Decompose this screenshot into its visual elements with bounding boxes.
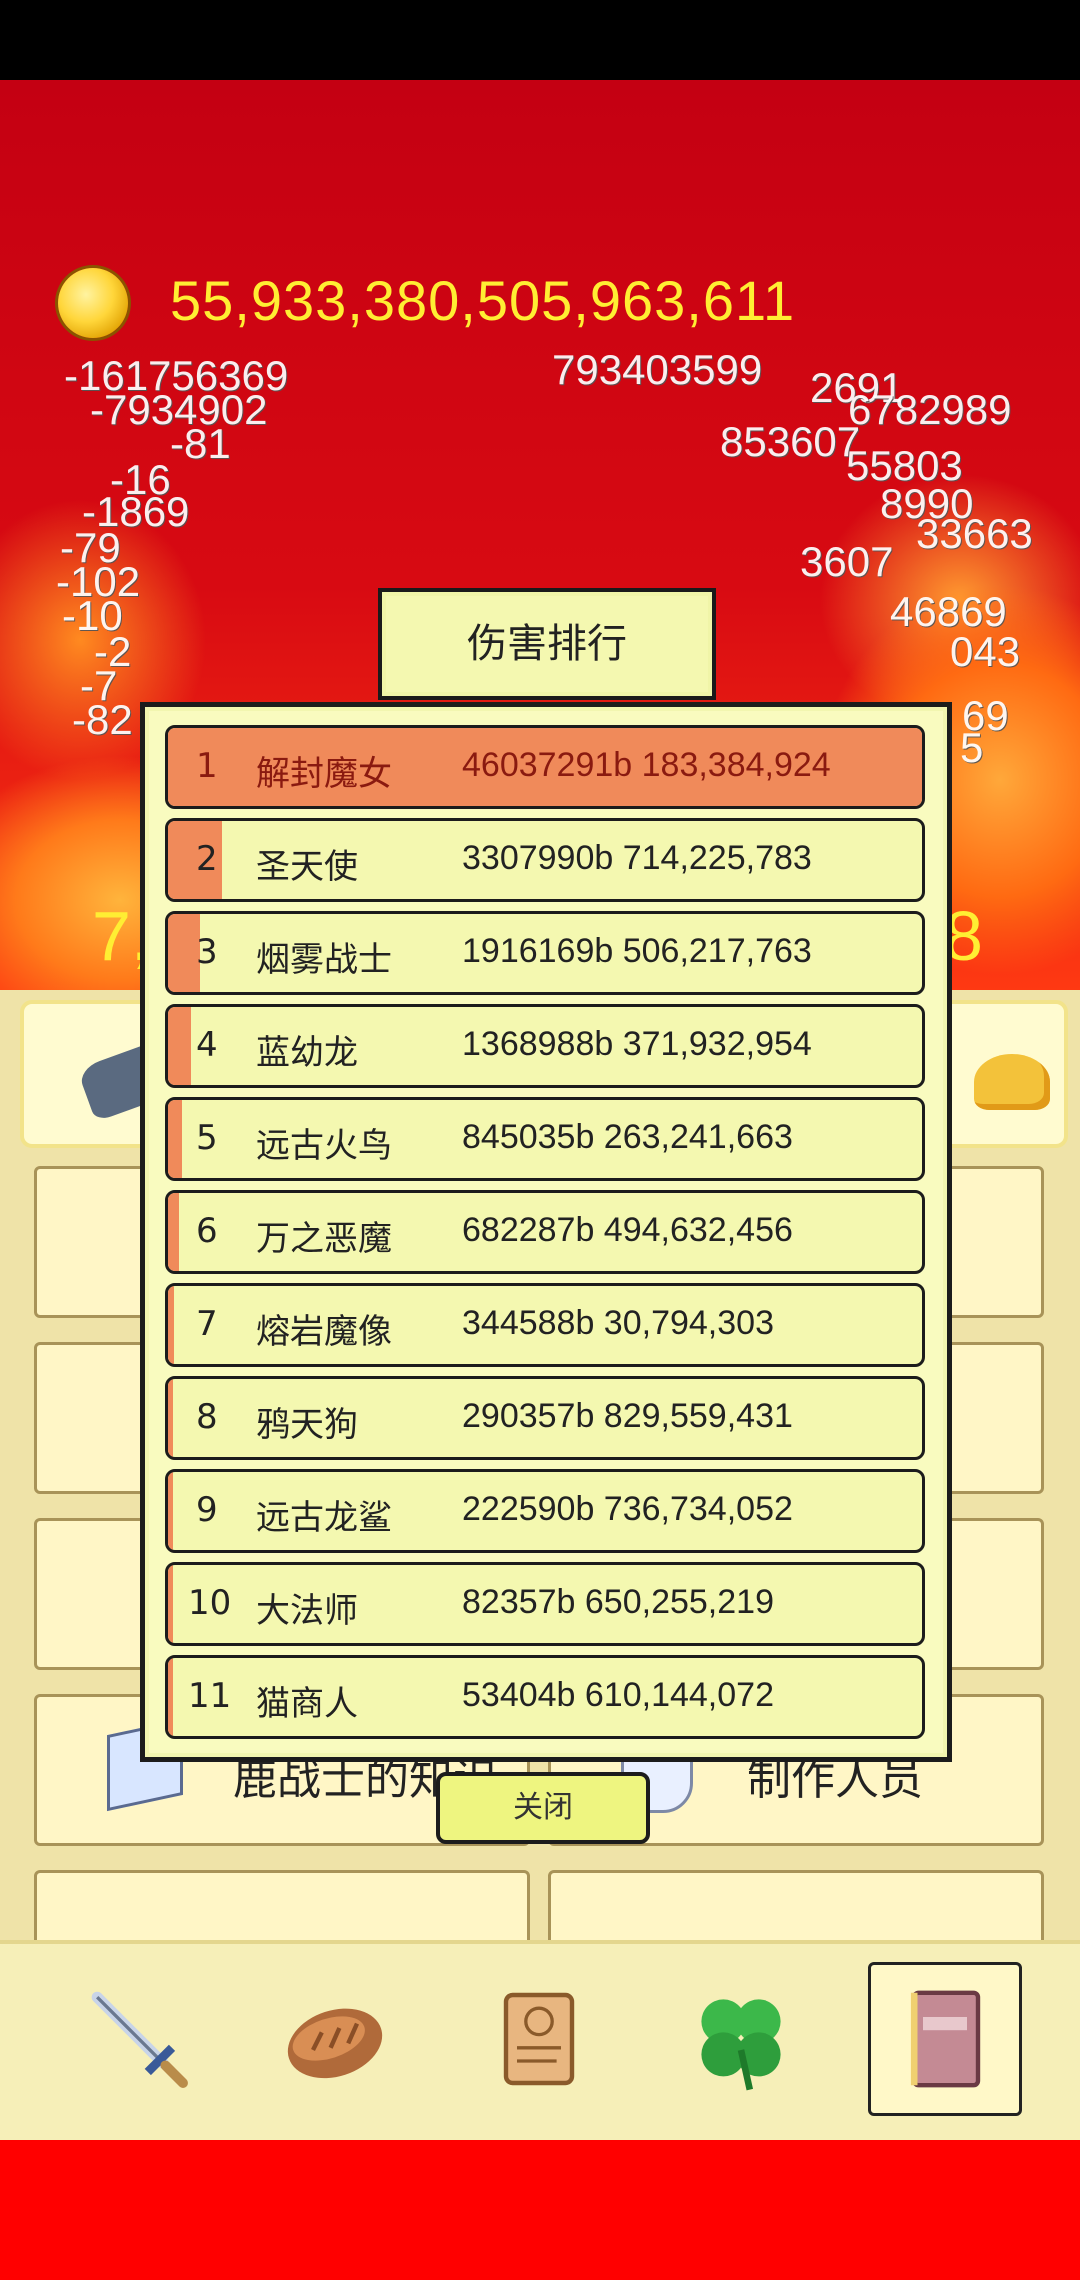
gold-coin-icon [58, 268, 128, 338]
rank-number: 11 [188, 1676, 232, 1716]
hero-name: 烟雾战士 [256, 940, 392, 980]
damage-value: 53404b 610,144,072 [462, 1676, 774, 1714]
rank-number: 6 [196, 1211, 218, 1251]
hero-name: 熔岩魔像 [256, 1312, 392, 1352]
hero-name: 远古火鸟 [256, 1126, 392, 1166]
navigation-bar-area [0, 2140, 1080, 2280]
damage-number: 33663 [916, 510, 1033, 557]
modal-title: 伤害排行 [378, 588, 716, 700]
damage-number: 5 [960, 724, 984, 771]
book-icon [910, 1990, 981, 2088]
clover-icon [701, 1999, 781, 2091]
book-tab[interactable] [868, 1962, 1022, 2116]
damage-number: 043 [950, 628, 1021, 675]
damage-number: 793403599 [552, 346, 763, 393]
rank-number: 10 [188, 1583, 232, 1623]
damage-share-bar [168, 1007, 191, 1085]
damage-share-bar [168, 1100, 182, 1178]
ranking-row: 3 烟雾战士 1916169b 506,217,763 [165, 911, 925, 995]
hero-name: 猫商人 [256, 1684, 358, 1724]
rank-number: 1 [196, 746, 218, 786]
damage-value: 845035b 263,241,663 [462, 1118, 793, 1156]
damage-value: 82357b 650,255,219 [462, 1583, 774, 1621]
hero-name: 圣天使 [256, 847, 358, 887]
damage-share-bar [168, 1472, 173, 1550]
gold-amount: 55,933,380,505,963,611 [170, 269, 796, 332]
damage-ranking-dialog: 1 解封魔女 46037291b 183,384,924 2 圣天使 33079… [140, 702, 952, 1762]
damage-value: 1916169b 506,217,763 [462, 932, 812, 970]
rank-number: 7 [196, 1304, 218, 1344]
damage-value: 3307990b 714,225,783 [462, 839, 812, 877]
damage-value: 290357b 829,559,431 [462, 1397, 793, 1435]
sword-icon [91, 1991, 188, 2088]
damage-number: -81 [170, 420, 231, 467]
ranking-row: 11 猫商人 53404b 610,144,072 [165, 1655, 925, 1739]
close-button[interactable]: 关闭 [436, 1772, 650, 1844]
ranking-row: 10 大法师 82357b 650,255,219 [165, 1562, 925, 1646]
rank-number: 8 [196, 1397, 218, 1437]
rank-number: 4 [196, 1025, 218, 1065]
rank-number: 2 [196, 839, 218, 879]
damage-number: 6782989 [848, 386, 1012, 433]
ranking-row: 4 蓝幼龙 1368988b 371,932,954 [165, 1004, 925, 1088]
rank-number: 9 [196, 1490, 218, 1530]
hero-name: 远古龙鲨 [256, 1498, 392, 1538]
damage-value: 344588b 30,794,303 [462, 1304, 774, 1342]
rank-number: 3 [196, 932, 218, 972]
rank-number: 5 [196, 1118, 218, 1158]
hero-name: 鸦天狗 [256, 1405, 358, 1445]
hero-name: 蓝幼龙 [256, 1033, 358, 1073]
damage-share-bar [168, 1193, 180, 1271]
sword-tab[interactable] [84, 1984, 194, 2094]
ranking-row: 1 解封魔女 46037291b 183,384,924 [165, 725, 925, 809]
damage-value: 46037291b 183,384,924 [462, 746, 831, 784]
damage-number: 3607 [800, 538, 894, 585]
scroll-icon [503, 1992, 575, 2086]
ranking-row: 9 远古龙鲨 222590b 736,734,052 [165, 1469, 925, 1553]
hero-name: 万之恶魔 [256, 1219, 392, 1259]
status-bar [0, 0, 1080, 80]
damage-share-bar [168, 1565, 173, 1643]
damage-number: 853607 [720, 418, 861, 465]
ranking-row: 7 熔岩魔像 344588b 30,794,303 [165, 1283, 925, 1367]
damage-value: 222590b 736,734,052 [462, 1490, 793, 1528]
ranking-row: 6 万之恶魔 682287b 494,632,456 [165, 1190, 925, 1274]
bread-tab[interactable] [280, 1984, 390, 2094]
scroll-tab[interactable] [484, 1984, 594, 2094]
damage-share-bar [168, 1286, 174, 1364]
cheese-icon[interactable] [974, 1054, 1050, 1110]
damage-share-bar [168, 1658, 173, 1736]
bread-icon [287, 2008, 383, 2079]
damage-share-bar [168, 914, 200, 992]
ranking-row: 8 鸦天狗 290357b 829,559,431 [165, 1376, 925, 1460]
damage-value: 1368988b 371,932,954 [462, 1025, 812, 1063]
damage-value: 682287b 494,632,456 [462, 1211, 793, 1249]
hero-name: 大法师 [256, 1591, 358, 1631]
ranking-row: 2 圣天使 3307990b 714,225,783 [165, 818, 925, 902]
ranking-row: 5 远古火鸟 845035b 263,241,663 [165, 1097, 925, 1181]
damage-share-bar [168, 1379, 173, 1457]
hero-name: 解封魔女 [256, 754, 392, 794]
clover-tab[interactable] [686, 1984, 796, 2094]
damage-number: -82 [72, 696, 133, 743]
bottom-toolbar [0, 1940, 1080, 2144]
